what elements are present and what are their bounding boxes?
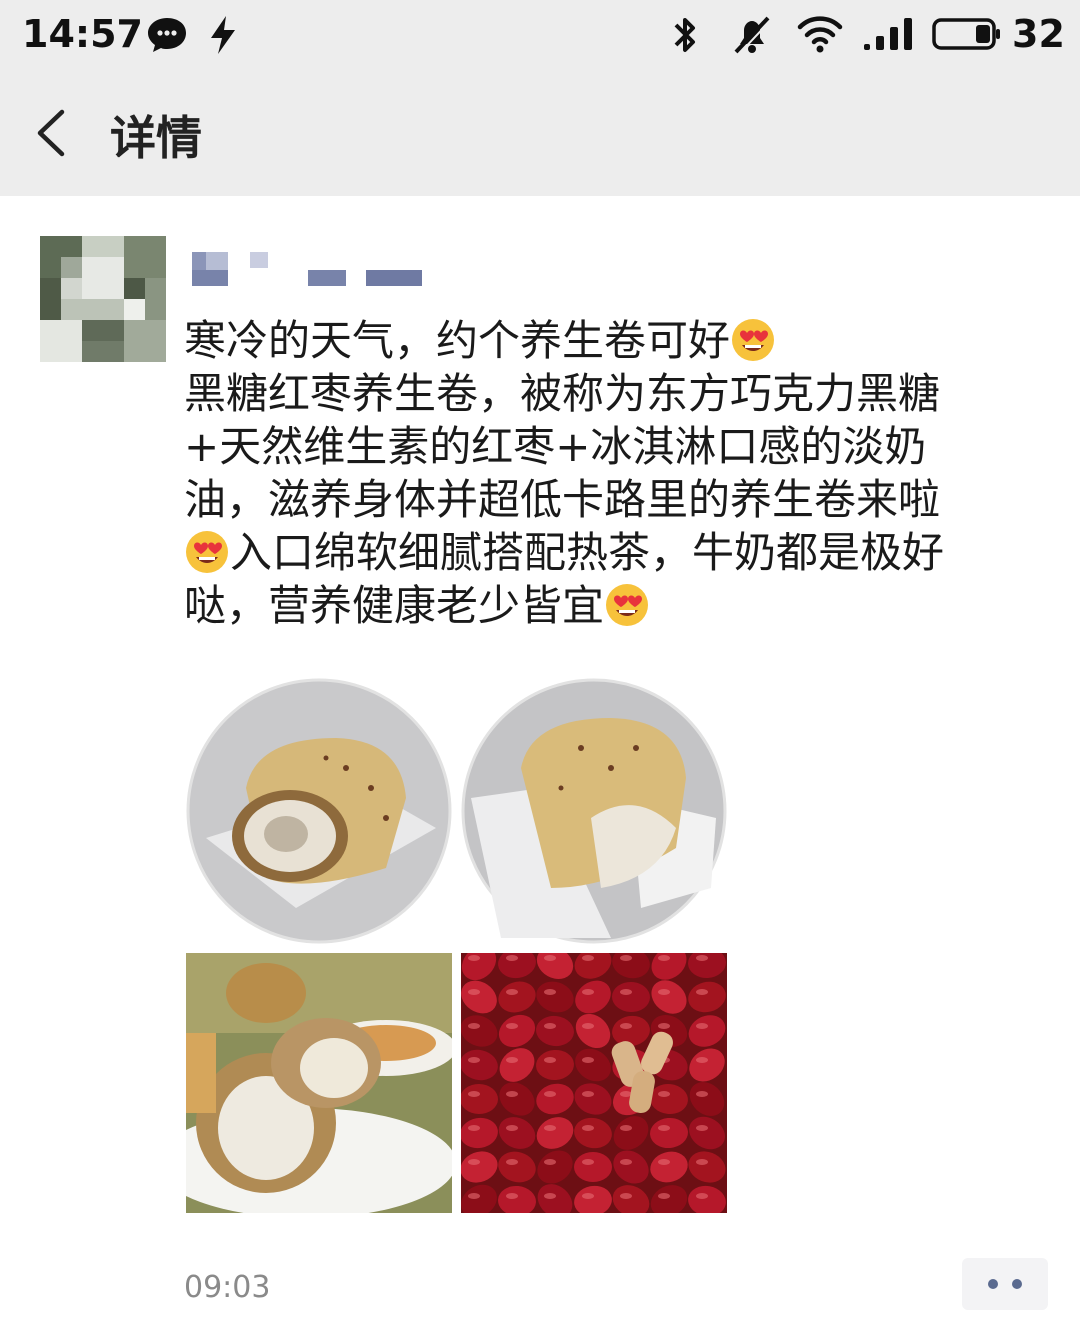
heart-eyes-emoji: [606, 584, 649, 626]
post-text: 寒冷的天气，约个养生卷可好 黑糖红枣养生卷，被称为东方巧克力黑糖 +天然维生素的…: [184, 314, 1044, 632]
battery-level: 32: [1012, 12, 1065, 56]
chat-bubble-icon: [148, 18, 186, 52]
post-text-line: 寒冷的天气，约个养生卷可好: [184, 316, 731, 365]
more-dots-icon[interactable]: [962, 1258, 1048, 1310]
status-time: 14:57: [22, 12, 143, 56]
cake-roll-photo[interactable]: [186, 678, 452, 944]
chevron-left-icon[interactable]: [30, 108, 74, 158]
signal-icon: [864, 18, 912, 50]
red-dates-photo[interactable]: [461, 953, 727, 1213]
flash-icon: [211, 16, 235, 54]
dot: [988, 1279, 998, 1289]
post-text-line: 哒，营养健康老少皆宜: [184, 581, 605, 630]
nav-bar: 详情: [0, 70, 1080, 196]
page-title: 详情: [110, 111, 202, 165]
post-time: 09:03: [184, 1270, 271, 1305]
mute-icon: [734, 16, 772, 55]
heart-eyes-emoji: [732, 319, 775, 361]
post-text-line: 油，滋养身体并超低卡路里的养生卷来啦: [184, 475, 941, 524]
post-text-line: 入口绵软细腻搭配热茶，牛奶都是极好: [230, 528, 945, 577]
battery-icon: [932, 18, 1000, 50]
avatar[interactable]: [40, 236, 166, 362]
post-text-line: 黑糖红枣养生卷，被称为东方巧克力黑糖: [184, 369, 941, 418]
dot: [1012, 1279, 1022, 1289]
status-bar: 14:57 32: [0, 0, 1080, 70]
cake-roll-photo[interactable]: [461, 678, 727, 944]
wifi-icon: [797, 16, 843, 53]
username[interactable]: [190, 246, 430, 292]
bluetooth-icon: [674, 18, 695, 52]
heart-eyes-emoji: [186, 531, 228, 573]
post-text-line: +天然维生素的红枣+冰淇淋口感的淡奶: [184, 422, 927, 471]
cake-roll-tea-photo[interactable]: [186, 953, 452, 1213]
